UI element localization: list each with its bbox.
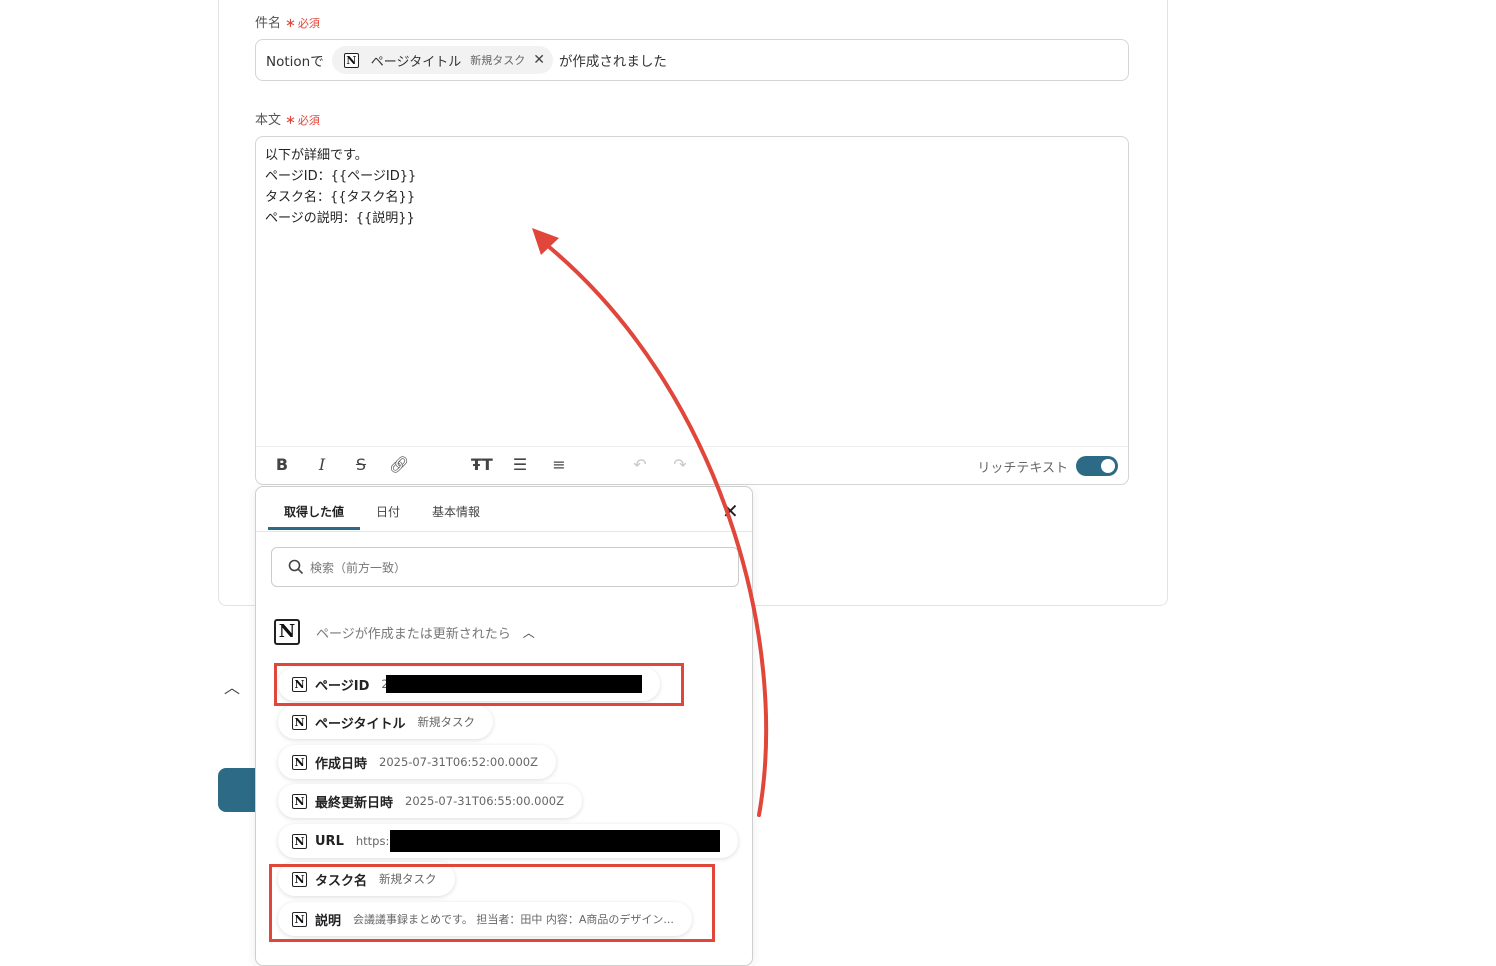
annotation-arrow [532,228,769,817]
